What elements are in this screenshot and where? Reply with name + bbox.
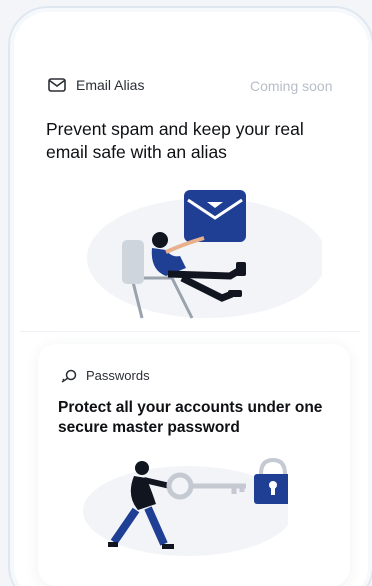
email-alias-illustration (72, 178, 322, 328)
coming-soon-badge: Coming soon (250, 78, 333, 94)
screen: Email Alias Coming soon Prevent spam and… (0, 0, 372, 586)
passwords-header: Passwords (60, 368, 150, 383)
passwords-illustration (78, 456, 288, 556)
email-alias-card[interactable]: Email Alias Coming soon Prevent spam and… (20, 50, 360, 332)
email-alias-label: Email Alias (76, 77, 145, 93)
envelope-icon (48, 78, 66, 92)
passwords-title: Protect all your accounts under one secu… (58, 399, 323, 436)
email-alias-header: Email Alias (48, 77, 144, 93)
email-alias-title: Prevent spam and keep your real email sa… (46, 119, 304, 162)
passwords-card[interactable]: Passwords Protect all your accounts unde… (38, 344, 350, 586)
key-icon (60, 369, 78, 383)
passwords-label: Passwords (86, 368, 150, 383)
